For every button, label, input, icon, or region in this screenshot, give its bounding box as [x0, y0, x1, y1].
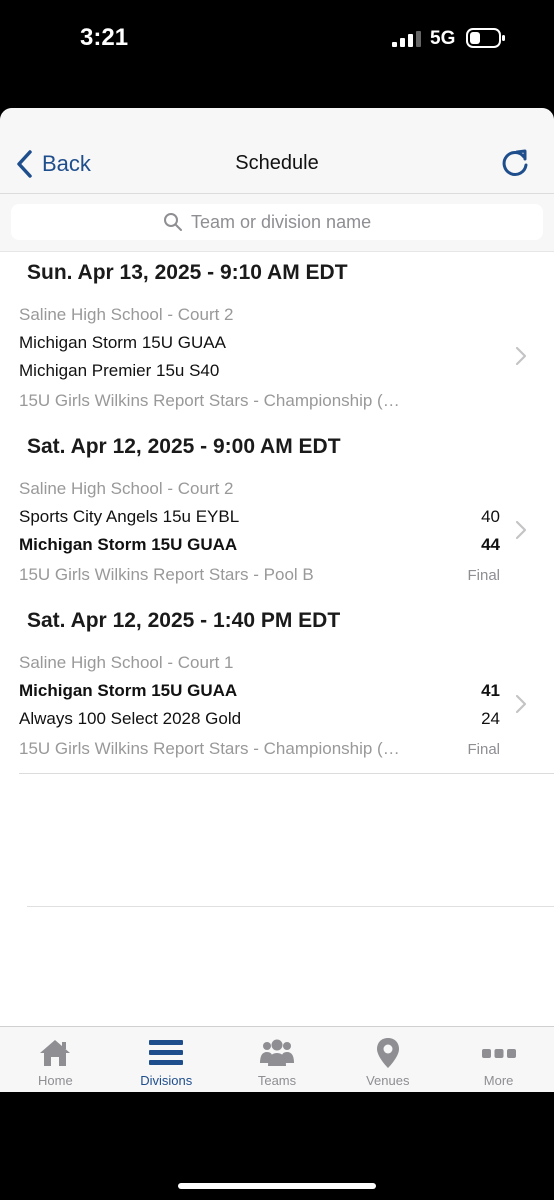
search-box[interactable]: [11, 204, 543, 240]
tab-more[interactable]: More: [443, 1027, 554, 1092]
tab-teams[interactable]: Teams: [222, 1027, 333, 1092]
section-header-date: Sat. Apr 12, 2025 - 1:40 PM EDT: [0, 600, 554, 642]
search-input[interactable]: [191, 211, 391, 233]
search-bar: [0, 194, 554, 252]
game-row[interactable]: Saline High School - Court 2 Sports City…: [0, 468, 554, 600]
game-team-1: Sports City Angels 15u EYBL: [19, 507, 240, 526]
game-team-1: Michigan Storm 15U GUAA: [19, 681, 238, 700]
battery-icon: [466, 28, 505, 48]
home-indicator[interactable]: [178, 1183, 376, 1189]
back-button[interactable]: Back: [14, 148, 91, 180]
game-score-2: 44: [481, 535, 500, 554]
tab-venues[interactable]: Venues: [332, 1027, 443, 1092]
game-division: 15U Girls Wilkins Report Stars - Pool B: [19, 565, 314, 584]
game-score-1: 40: [481, 507, 500, 526]
search-icon: [164, 213, 182, 231]
game-team-1: Michigan Storm 15U GUAA: [19, 333, 226, 352]
game-division: 15U Girls Wilkins Report Stars - Champio…: [19, 739, 400, 758]
game-status: Final: [467, 567, 500, 584]
game-score-1: 41: [481, 681, 500, 700]
chevron-left-icon: [17, 150, 32, 178]
navigation-bar: Back Schedule: [0, 108, 554, 194]
game-venue: Saline High School - Court 1: [19, 653, 234, 672]
game-division: 15U Girls Wilkins Report Stars - Champio…: [19, 391, 400, 410]
more-dots-icon: [481, 1049, 516, 1058]
tab-label: More: [483, 1073, 514, 1088]
refresh-icon[interactable]: [498, 146, 532, 180]
section-header-date: Sat. Apr 12, 2025 - 9:00 AM EDT: [0, 426, 554, 468]
game-team-2: Always 100 Select 2028 Gold: [19, 709, 242, 728]
tab-bar: Home Divisions Teams Venues More: [0, 1026, 554, 1092]
section-header-date: Sun. Apr 13, 2025 - 9:10 AM EDT: [0, 252, 554, 294]
status-bar: 3:21 5G: [0, 0, 554, 80]
chevron-right-icon: [515, 520, 527, 540]
tab-divisions[interactable]: Divisions: [111, 1027, 222, 1092]
people-icon: [259, 1039, 294, 1066]
chevron-right-icon: [515, 694, 527, 714]
location-pin-icon: [376, 1038, 399, 1068]
schedule-sheet: Back Schedule Sun. Apr 13, 2025 - 9:10 A…: [0, 108, 554, 1092]
tab-label: Venues: [366, 1073, 410, 1088]
status-time: 3:21: [80, 24, 129, 51]
game-venue: Saline High School - Court 2: [19, 305, 234, 324]
cellular-signal-icon: [392, 31, 421, 47]
back-label: Back: [42, 151, 91, 176]
game-score-2: 24: [481, 709, 500, 728]
game-status: Final: [467, 741, 500, 758]
network-type: 5G: [430, 28, 456, 49]
game-team-2: Michigan Storm 15U GUAA: [19, 535, 238, 554]
tab-label: Teams: [257, 1073, 297, 1088]
tab-label: Home: [38, 1073, 73, 1088]
game-row[interactable]: Saline High School - Court 1 Michigan St…: [0, 642, 554, 774]
tab-home[interactable]: Home: [0, 1027, 111, 1092]
game-venue: Saline High School - Court 2: [19, 479, 234, 498]
tab-label: Divisions: [140, 1073, 193, 1088]
game-team-2: Michigan Premier 15u S40: [19, 361, 220, 380]
menu-icon: [149, 1040, 184, 1065]
row-separator: [19, 773, 554, 774]
chevron-right-icon: [515, 346, 527, 366]
divider: [27, 906, 554, 907]
schedule-list: Sun. Apr 13, 2025 - 9:10 AM EDT Saline H…: [0, 252, 554, 774]
home-icon: [40, 1040, 71, 1066]
game-row[interactable]: Saline High School - Court 2 Michigan St…: [0, 294, 554, 426]
